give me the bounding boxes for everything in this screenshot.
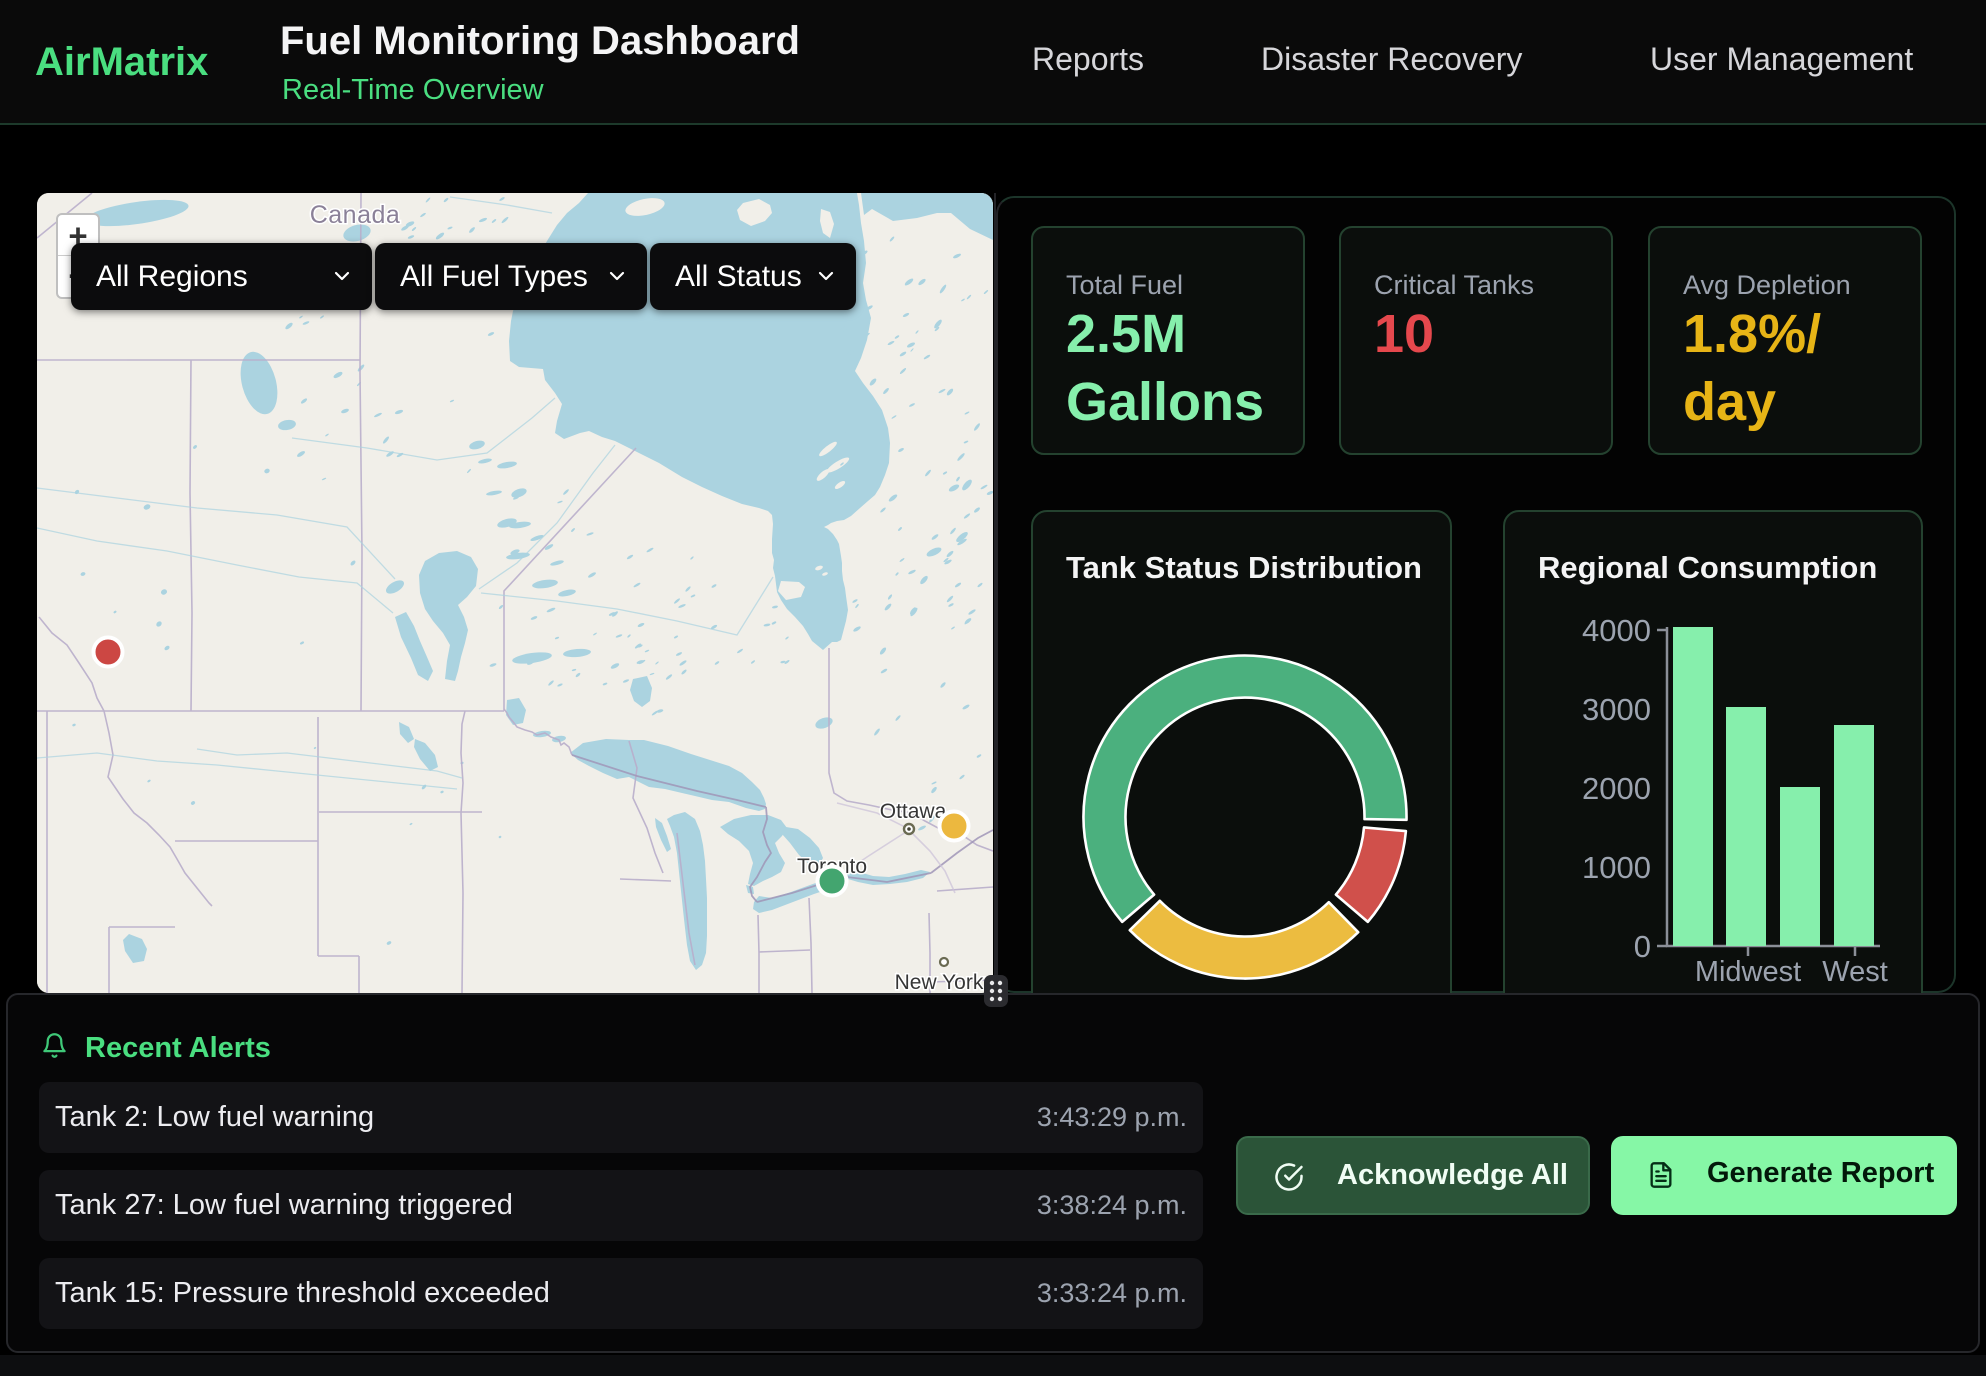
svg-text:West: West xyxy=(1822,956,1888,987)
svg-text:0: 0 xyxy=(1634,929,1651,964)
svg-text:New York: New York xyxy=(895,971,984,993)
svg-text:Midwest: Midwest xyxy=(1695,956,1801,987)
svg-text:Canada: Canada xyxy=(310,201,401,229)
svg-text:2000: 2000 xyxy=(1582,771,1651,806)
svg-text:Ottawa: Ottawa xyxy=(880,800,947,823)
svg-text:3000: 3000 xyxy=(1582,692,1651,727)
svg-text:1000: 1000 xyxy=(1582,850,1651,885)
svg-text:4000: 4000 xyxy=(1582,613,1651,648)
